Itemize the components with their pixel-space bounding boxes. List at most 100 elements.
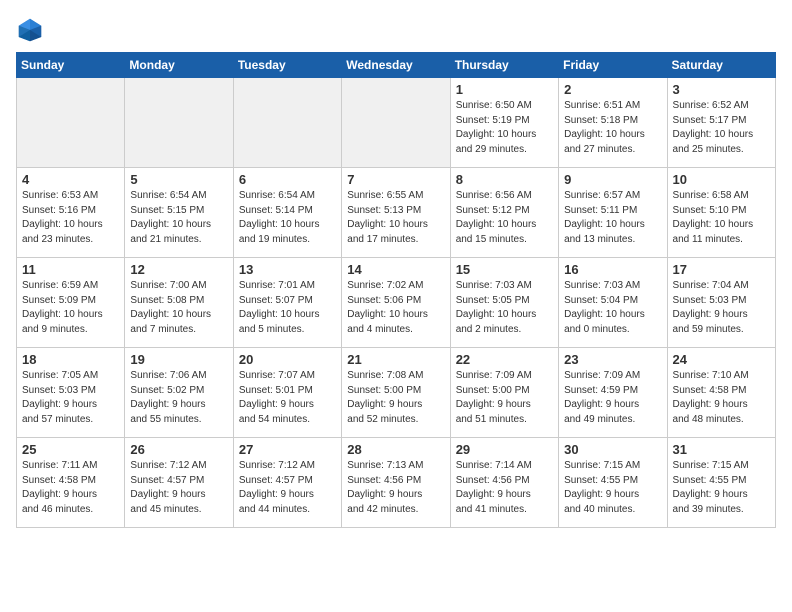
calendar-cell: 13 Sunrise: 7:01 AM Sunset: 5:07 PM Dayli… <box>233 258 341 348</box>
day-info: Sunrise: 6:50 AM Sunset: 5:19 PM Dayligh… <box>456 99 553 157</box>
calendar-cell: 26 Sunrise: 7:12 AM Sunset: 4:57 PM Dayli… <box>125 438 233 528</box>
day-info: Sunrise: 7:09 AM Sunset: 4:59 PM Dayligh… <box>564 369 661 427</box>
day-info: Sunrise: 7:12 AM Sunset: 4:57 PM Dayligh… <box>239 459 336 517</box>
calendar-cell <box>17 78 125 168</box>
day-info: Sunrise: 7:15 AM Sunset: 4:55 PM Dayligh… <box>673 459 770 517</box>
day-number: 17 <box>673 262 770 277</box>
calendar-cell: 29Sunrise: 7:14 AM Sunset: 4:56 PM Dayli… <box>450 438 558 528</box>
day-number: 28 <box>347 442 444 457</box>
day-info: Sunrise: 7:08 AM Sunset: 5:00 PM Dayligh… <box>347 369 444 427</box>
day-info: Sunrise: 7:02 AM Sunset: 5:06 PM Dayligh… <box>347 279 444 337</box>
logo <box>16 16 48 44</box>
calendar-cell: 25 Sunrise: 7:11 AM Sunset: 4:58 PM Dayli… <box>17 438 125 528</box>
day-info: Sunrise: 7:07 AM Sunset: 5:01 PM Dayligh… <box>239 369 336 427</box>
day-number: 15 <box>456 262 553 277</box>
day-number: 14 <box>347 262 444 277</box>
day-info: Sunrise: 6:56 AM Sunset: 5:12 PM Dayligh… <box>456 189 553 247</box>
calendar-cell: 27 Sunrise: 7:12 AM Sunset: 4:57 PM Dayli… <box>233 438 341 528</box>
weekday-header: Sunday <box>17 53 125 78</box>
calendar-cell: 7Sunrise: 6:55 AM Sunset: 5:13 PM Daylig… <box>342 168 450 258</box>
day-info: Sunrise: 6:52 AM Sunset: 5:17 PM Dayligh… <box>673 99 770 157</box>
day-info: Sunrise: 7:01 AM Sunset: 5:07 PM Dayligh… <box>239 279 336 337</box>
day-number: 8 <box>456 172 553 187</box>
calendar-cell: 30 Sunrise: 7:15 AM Sunset: 4:55 PM Dayli… <box>559 438 667 528</box>
calendar-cell: 9Sunrise: 6:57 AM Sunset: 5:11 PM Daylig… <box>559 168 667 258</box>
weekday-header: Monday <box>125 53 233 78</box>
day-info: Sunrise: 6:59 AM Sunset: 5:09 PM Dayligh… <box>22 279 119 337</box>
day-info: Sunrise: 6:54 AM Sunset: 5:15 PM Dayligh… <box>130 189 227 247</box>
day-number: 7 <box>347 172 444 187</box>
calendar-week-row: 25 Sunrise: 7:11 AM Sunset: 4:58 PM Dayli… <box>17 438 776 528</box>
day-info: Sunrise: 6:54 AM Sunset: 5:14 PM Dayligh… <box>239 189 336 247</box>
day-number: 10 <box>673 172 770 187</box>
day-number: 30 <box>564 442 661 457</box>
day-info: Sunrise: 7:13 AM Sunset: 4:56 PM Dayligh… <box>347 459 444 517</box>
logo-icon <box>16 16 44 44</box>
day-info: Sunrise: 6:58 AM Sunset: 5:10 PM Dayligh… <box>673 189 770 247</box>
day-number: 16 <box>564 262 661 277</box>
calendar-week-row: 1 Sunrise: 6:50 AM Sunset: 5:19 PM Daylig… <box>17 78 776 168</box>
calendar-cell: 24 Sunrise: 7:10 AM Sunset: 4:58 PM Dayli… <box>667 348 775 438</box>
day-info: Sunrise: 7:03 AM Sunset: 5:05 PM Dayligh… <box>456 279 553 337</box>
day-info: Sunrise: 7:11 AM Sunset: 4:58 PM Dayligh… <box>22 459 119 517</box>
calendar-cell: 31 Sunrise: 7:15 AM Sunset: 4:55 PM Dayli… <box>667 438 775 528</box>
day-number: 4 <box>22 172 119 187</box>
calendar-cell: 5 Sunrise: 6:54 AM Sunset: 5:15 PM Daylig… <box>125 168 233 258</box>
day-info: Sunrise: 7:15 AM Sunset: 4:55 PM Dayligh… <box>564 459 661 517</box>
day-info: Sunrise: 7:04 AM Sunset: 5:03 PM Dayligh… <box>673 279 770 337</box>
day-number: 13 <box>239 262 336 277</box>
day-number: 1 <box>456 82 553 97</box>
weekday-header: Friday <box>559 53 667 78</box>
weekday-header: Tuesday <box>233 53 341 78</box>
day-info: Sunrise: 7:09 AM Sunset: 5:00 PM Dayligh… <box>456 369 553 427</box>
calendar-cell: 21 Sunrise: 7:08 AM Sunset: 5:00 PM Dayli… <box>342 348 450 438</box>
day-number: 2 <box>564 82 661 97</box>
day-info: Sunrise: 6:57 AM Sunset: 5:11 PM Dayligh… <box>564 189 661 247</box>
calendar-cell: 4 Sunrise: 6:53 AM Sunset: 5:16 PM Daylig… <box>17 168 125 258</box>
day-number: 19 <box>130 352 227 367</box>
calendar-week-row: 4 Sunrise: 6:53 AM Sunset: 5:16 PM Daylig… <box>17 168 776 258</box>
day-number: 26 <box>130 442 227 457</box>
weekday-header: Wednesday <box>342 53 450 78</box>
calendar-cell: 1 Sunrise: 6:50 AM Sunset: 5:19 PM Daylig… <box>450 78 558 168</box>
day-number: 24 <box>673 352 770 367</box>
calendar-cell <box>233 78 341 168</box>
calendar-cell: 17 Sunrise: 7:04 AM Sunset: 5:03 PM Dayli… <box>667 258 775 348</box>
day-number: 25 <box>22 442 119 457</box>
day-info: Sunrise: 7:06 AM Sunset: 5:02 PM Dayligh… <box>130 369 227 427</box>
day-number: 11 <box>22 262 119 277</box>
calendar-cell: 10 Sunrise: 6:58 AM Sunset: 5:10 PM Dayli… <box>667 168 775 258</box>
calendar-cell: 15 Sunrise: 7:03 AM Sunset: 5:05 PM Dayli… <box>450 258 558 348</box>
page-header <box>16 16 776 44</box>
calendar-cell: 20 Sunrise: 7:07 AM Sunset: 5:01 PM Dayli… <box>233 348 341 438</box>
calendar-week-row: 18 Sunrise: 7:05 AM Sunset: 5:03 PM Dayli… <box>17 348 776 438</box>
day-number: 31 <box>673 442 770 457</box>
day-info: Sunrise: 7:05 AM Sunset: 5:03 PM Dayligh… <box>22 369 119 427</box>
calendar-cell: 6 Sunrise: 6:54 AM Sunset: 5:14 PM Daylig… <box>233 168 341 258</box>
calendar-cell: 19 Sunrise: 7:06 AM Sunset: 5:02 PM Dayli… <box>125 348 233 438</box>
calendar-table: SundayMondayTuesdayWednesdayThursdayFrid… <box>16 52 776 528</box>
day-info: Sunrise: 7:10 AM Sunset: 4:58 PM Dayligh… <box>673 369 770 427</box>
calendar-cell: 16 Sunrise: 7:03 AM Sunset: 5:04 PM Dayli… <box>559 258 667 348</box>
day-info: Sunrise: 6:53 AM Sunset: 5:16 PM Dayligh… <box>22 189 119 247</box>
day-number: 5 <box>130 172 227 187</box>
calendar-cell: 11 Sunrise: 6:59 AM Sunset: 5:09 PM Dayli… <box>17 258 125 348</box>
day-info: Sunrise: 6:51 AM Sunset: 5:18 PM Dayligh… <box>564 99 661 157</box>
day-number: 27 <box>239 442 336 457</box>
calendar-cell: 3 Sunrise: 6:52 AM Sunset: 5:17 PM Daylig… <box>667 78 775 168</box>
day-info: Sunrise: 7:03 AM Sunset: 5:04 PM Dayligh… <box>564 279 661 337</box>
calendar-cell: 28 Sunrise: 7:13 AM Sunset: 4:56 PM Dayli… <box>342 438 450 528</box>
day-info: Sunrise: 7:14 AM Sunset: 4:56 PM Dayligh… <box>456 459 553 517</box>
day-number: 21 <box>347 352 444 367</box>
day-number: 12 <box>130 262 227 277</box>
calendar-cell: 18 Sunrise: 7:05 AM Sunset: 5:03 PM Dayli… <box>17 348 125 438</box>
day-info: Sunrise: 7:00 AM Sunset: 5:08 PM Dayligh… <box>130 279 227 337</box>
day-number: 20 <box>239 352 336 367</box>
day-number: 18 <box>22 352 119 367</box>
day-info: Sunrise: 7:12 AM Sunset: 4:57 PM Dayligh… <box>130 459 227 517</box>
calendar-cell: 22 Sunrise: 7:09 AM Sunset: 5:00 PM Dayli… <box>450 348 558 438</box>
day-number: 22 <box>456 352 553 367</box>
day-number: 6 <box>239 172 336 187</box>
calendar-week-row: 11 Sunrise: 6:59 AM Sunset: 5:09 PM Dayli… <box>17 258 776 348</box>
day-number: 3 <box>673 82 770 97</box>
